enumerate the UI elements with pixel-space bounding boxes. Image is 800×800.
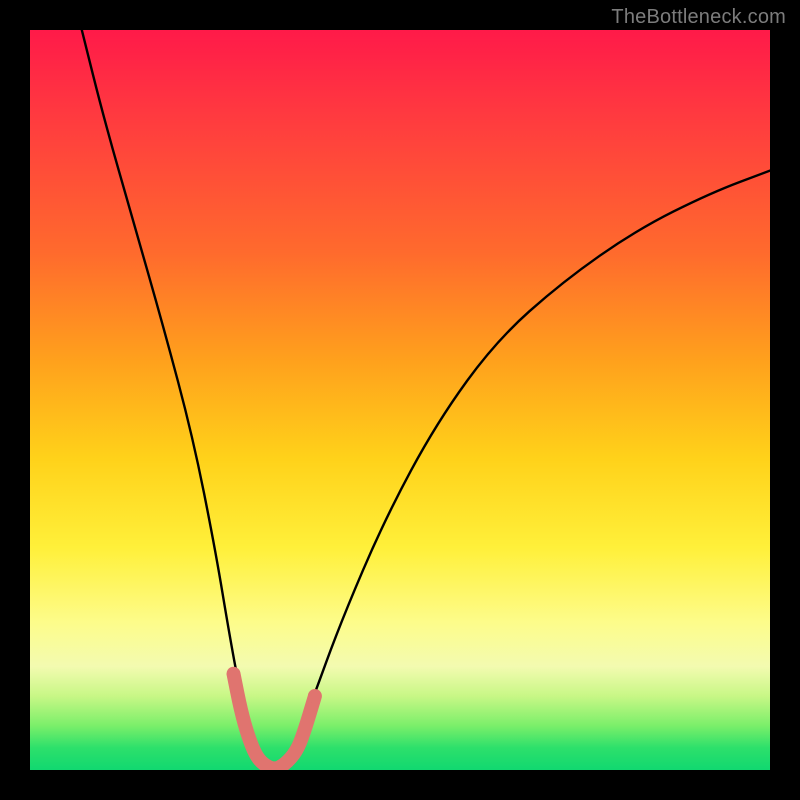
- bottleneck-curve: [82, 30, 770, 767]
- optimal-range-highlight: [234, 674, 315, 769]
- plot-area: [30, 30, 770, 770]
- watermark-text: TheBottleneck.com: [611, 6, 786, 29]
- bottleneck-curve-svg: [30, 30, 770, 770]
